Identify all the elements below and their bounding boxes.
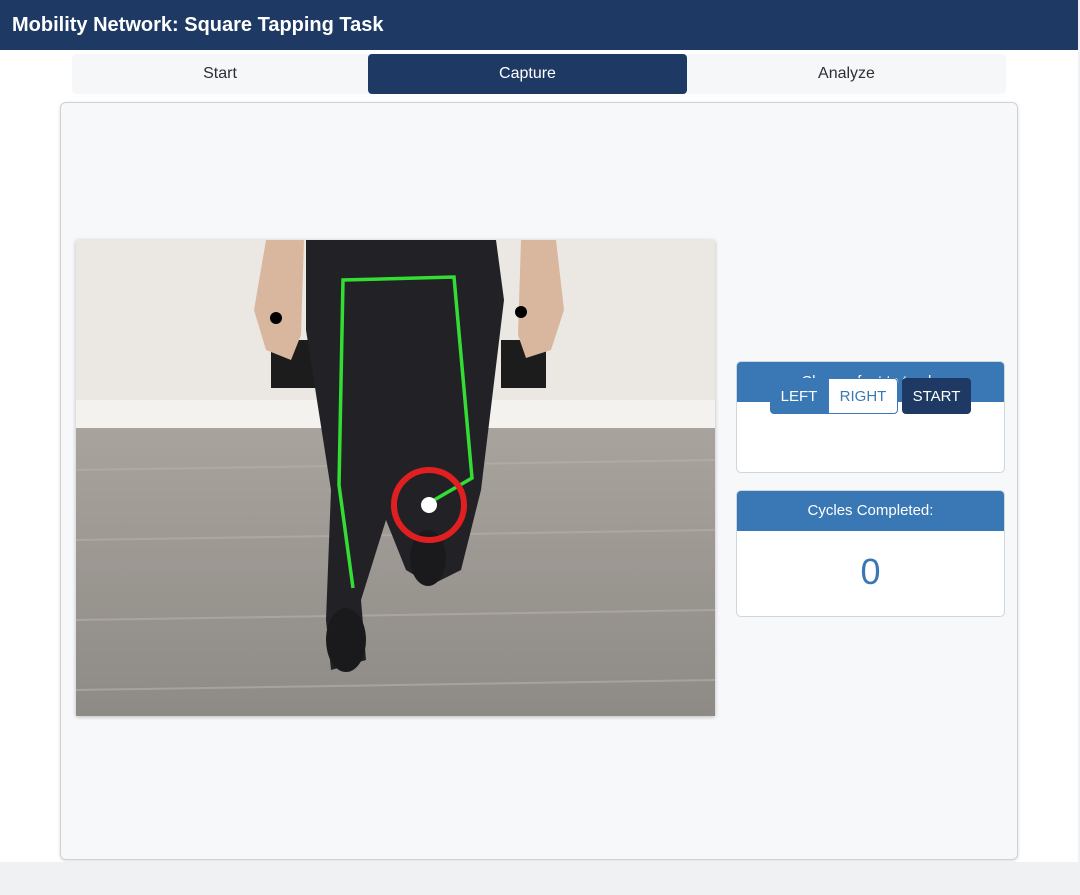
app-title: Mobility Network: Square Tapping Task: [12, 13, 384, 36]
cycles-title: Cycles Completed:: [737, 491, 1004, 531]
start-button[interactable]: START: [902, 378, 971, 414]
cycles-card: Cycles Completed: 0: [736, 490, 1005, 617]
foot-tracker-dot: [421, 497, 437, 513]
video-frame-image: [76, 240, 715, 716]
tab-analyze[interactable]: Analyze: [687, 54, 1006, 94]
foot-selector-card: Choose foot to track: LEFT RIGHT START: [736, 361, 1005, 473]
left-foot-button[interactable]: LEFT: [770, 378, 828, 414]
app-header: Mobility Network: Square Tapping Task: [0, 0, 1078, 50]
video-feed: [76, 240, 715, 716]
tab-capture[interactable]: Capture: [368, 54, 687, 94]
cycles-count: 0: [860, 551, 881, 592]
tab-start[interactable]: Start: [72, 54, 368, 94]
footer-strip: [0, 862, 1080, 895]
tab-bar: Start Capture Analyze: [72, 54, 1006, 94]
right-foot-button[interactable]: RIGHT: [828, 378, 898, 414]
